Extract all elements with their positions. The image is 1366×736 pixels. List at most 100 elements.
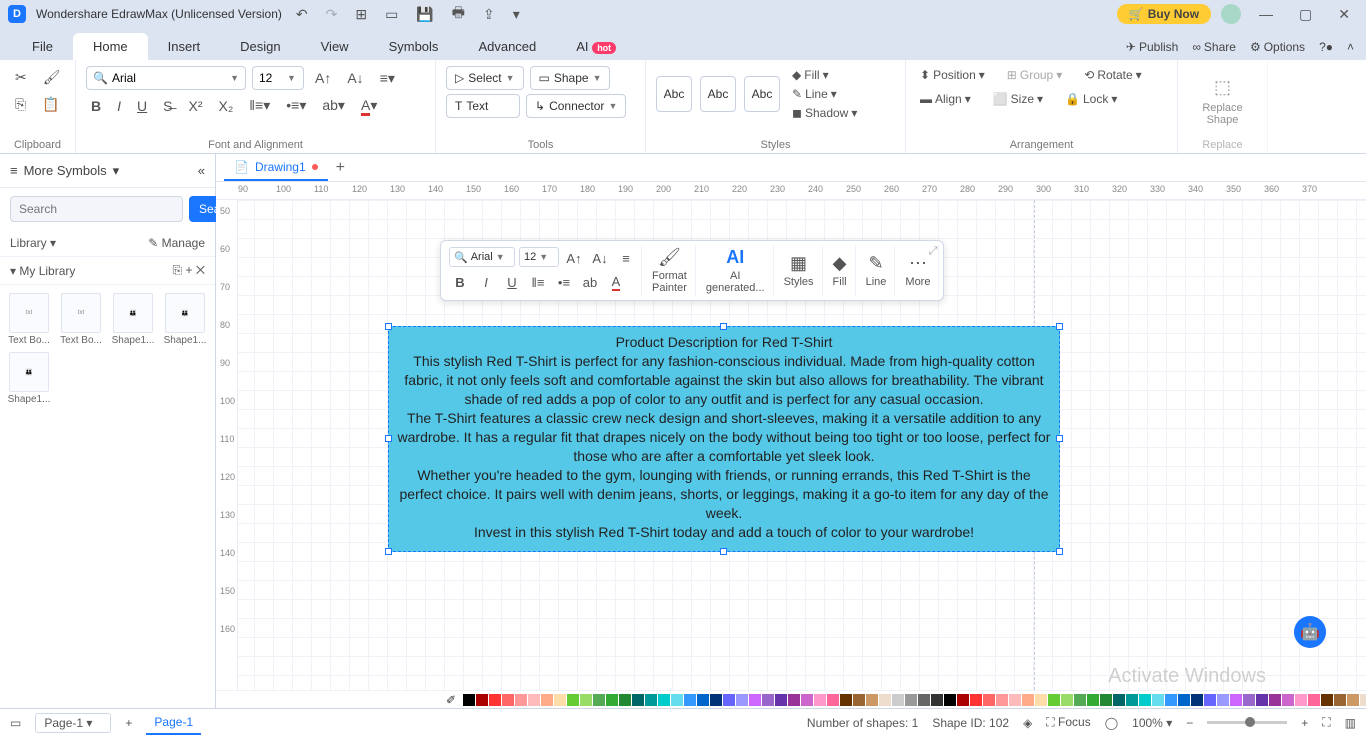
line-spacing-icon[interactable]: ‖≡▾ xyxy=(244,94,275,117)
color-swatch[interactable] xyxy=(1334,694,1346,706)
resize-handle[interactable] xyxy=(385,548,392,555)
resize-handle[interactable] xyxy=(1056,323,1063,330)
color-swatch[interactable] xyxy=(1230,694,1242,706)
tab-insert[interactable]: Insert xyxy=(148,33,221,60)
color-swatch[interactable] xyxy=(957,694,969,706)
color-swatch[interactable] xyxy=(1074,694,1086,706)
library-dropdown[interactable]: Library ▾ xyxy=(10,236,56,250)
color-swatch[interactable] xyxy=(970,694,982,706)
ctx-styles[interactable]: ▦Styles xyxy=(776,245,823,296)
focus-toggle[interactable]: ⛶ Focus xyxy=(1046,715,1090,730)
new-icon[interactable]: ⊞ xyxy=(351,6,371,23)
help-icon[interactable]: ?● xyxy=(1319,40,1333,54)
color-swatch[interactable] xyxy=(684,694,696,706)
color-swatch[interactable] xyxy=(632,694,644,706)
color-swatch[interactable] xyxy=(814,694,826,706)
ctx-align-icon[interactable]: ≡ xyxy=(615,247,637,269)
ctx-highlight-icon[interactable]: ab xyxy=(579,271,601,293)
page-layout-icon[interactable]: ▭ xyxy=(10,716,21,730)
resize-handle[interactable] xyxy=(385,435,392,442)
strike-icon[interactable]: S̶ xyxy=(158,95,177,117)
font-select[interactable]: 🔍▼ xyxy=(86,66,246,90)
resize-handle[interactable] xyxy=(1056,435,1063,442)
text-tool[interactable]: T Text xyxy=(446,94,520,118)
style-preset-2[interactable]: Abc xyxy=(700,76,736,112)
size-button[interactable]: ⬜ Size▾ xyxy=(989,90,1047,108)
zoom-slider[interactable] xyxy=(1207,721,1287,724)
avatar[interactable] xyxy=(1221,4,1241,24)
open-icon[interactable]: ▭ xyxy=(381,6,402,23)
buy-now-button[interactable]: 🛒 Buy Now xyxy=(1117,4,1211,24)
style-preset-1[interactable]: Abc xyxy=(656,76,692,112)
color-swatch[interactable] xyxy=(1152,694,1164,706)
decrease-font-icon[interactable]: A↓ xyxy=(342,67,368,89)
lib-copy-icon[interactable]: ⎘ xyxy=(173,263,183,277)
chatbot-icon[interactable]: 🤖 xyxy=(1294,616,1326,648)
color-swatch[interactable] xyxy=(723,694,735,706)
color-swatch[interactable] xyxy=(736,694,748,706)
options-button[interactable]: ⚙ Options xyxy=(1250,40,1305,54)
color-swatch[interactable] xyxy=(1295,694,1307,706)
color-swatch[interactable] xyxy=(606,694,618,706)
color-swatch[interactable] xyxy=(1022,694,1034,706)
color-swatch[interactable] xyxy=(1282,694,1294,706)
rotate-button[interactable]: ⟲ Rotate▾ xyxy=(1080,66,1145,84)
font-size-select[interactable]: ▼ xyxy=(252,66,304,90)
search-input[interactable] xyxy=(10,196,183,222)
bold-icon[interactable]: B xyxy=(86,95,106,117)
collapse-panel-icon[interactable]: « xyxy=(198,163,205,178)
color-swatch[interactable] xyxy=(1178,694,1190,706)
position-button[interactable]: ⬍ Position▾ xyxy=(916,66,989,84)
ctx-line[interactable]: ✎Line xyxy=(858,245,896,296)
color-swatch[interactable] xyxy=(1035,694,1047,706)
ctx-close-icon[interactable]: ⤢ xyxy=(929,245,938,258)
color-swatch[interactable] xyxy=(1256,694,1268,706)
italic-icon[interactable]: I xyxy=(112,95,126,117)
ctx-fill[interactable]: ◆Fill xyxy=(825,245,856,296)
tab-advanced[interactable]: Advanced xyxy=(458,33,556,60)
superscript-icon[interactable]: X² xyxy=(183,95,207,117)
resize-handle[interactable] xyxy=(720,323,727,330)
ctx-bold-icon[interactable]: B xyxy=(449,271,471,293)
redo-icon[interactable]: ↷ xyxy=(322,6,342,23)
color-swatch[interactable] xyxy=(1165,694,1177,706)
color-swatch[interactable] xyxy=(697,694,709,706)
ctx-ai-generated[interactable]: AIAI generated... xyxy=(698,245,774,296)
align-text-icon[interactable]: ≡▾ xyxy=(375,67,400,90)
color-swatch[interactable] xyxy=(762,694,774,706)
color-swatch[interactable] xyxy=(1243,694,1255,706)
underline-icon[interactable]: U xyxy=(132,95,152,117)
fill-button[interactable]: ◆ Fill▾ xyxy=(788,66,861,84)
color-swatch[interactable] xyxy=(710,694,722,706)
paste-icon[interactable]: 📋 xyxy=(37,93,64,116)
shape-tool[interactable]: ▭ Shape▼ xyxy=(530,66,611,90)
color-swatch[interactable] xyxy=(996,694,1008,706)
color-swatch[interactable] xyxy=(1100,694,1112,706)
add-tab-button[interactable]: + xyxy=(328,159,353,177)
color-swatch[interactable] xyxy=(554,694,566,706)
tab-file[interactable]: File xyxy=(12,33,73,60)
ctx-spacing-icon[interactable]: ‖≡ xyxy=(527,271,549,293)
align-button[interactable]: ▬ Align▾ xyxy=(916,90,975,108)
page-tab[interactable]: Page-1 xyxy=(146,711,201,735)
font-size-input[interactable] xyxy=(259,71,283,85)
my-library-section[interactable]: ▾ My Library ⎘ + ✕ xyxy=(0,257,215,285)
bullets-icon[interactable]: •≡▾ xyxy=(281,94,311,117)
tab-view[interactable]: View xyxy=(301,33,369,60)
color-swatch[interactable] xyxy=(749,694,761,706)
color-swatch[interactable] xyxy=(853,694,865,706)
layers-icon[interactable]: ◈ xyxy=(1023,716,1032,730)
color-swatch[interactable] xyxy=(944,694,956,706)
ctx-format-painter[interactable]: 🖌Format Painter xyxy=(644,245,696,296)
ctx-text-color-icon[interactable]: A xyxy=(605,271,627,293)
save-icon[interactable]: 💾 xyxy=(412,6,437,23)
fullscreen-icon[interactable]: ⛶ xyxy=(1322,715,1330,730)
color-swatch[interactable] xyxy=(658,694,670,706)
line-button[interactable]: ✎ Line▾ xyxy=(788,85,861,103)
lock-button[interactable]: 🔒 Lock▾ xyxy=(1061,90,1121,108)
copy-icon[interactable]: ⎘ xyxy=(10,93,31,116)
zoom-level[interactable]: 100% ▾ xyxy=(1132,716,1172,730)
minimize-icon[interactable]: — xyxy=(1251,6,1281,22)
color-swatch[interactable] xyxy=(1048,694,1060,706)
add-page-button[interactable]: + xyxy=(125,716,132,730)
